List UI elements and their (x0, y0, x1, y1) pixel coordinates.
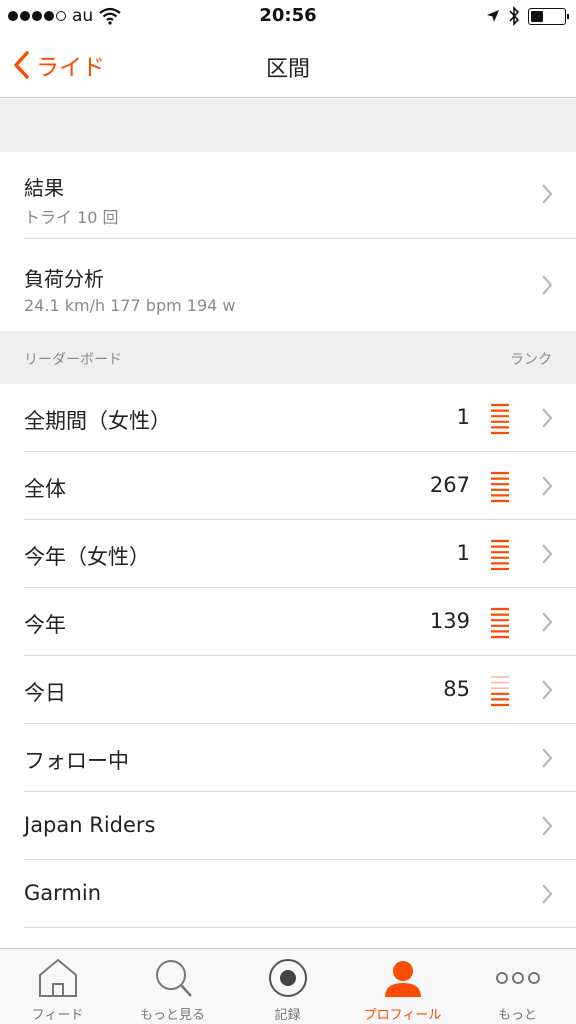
header-spacer (0, 99, 576, 152)
status-right (486, 6, 569, 26)
tab-label: 記録 (274, 1008, 301, 1023)
leaderboard-header: リーダーボード ランク (0, 331, 576, 384)
location-arrow-icon (487, 10, 499, 22)
home-icon (38, 958, 77, 997)
bluetooth-icon (509, 6, 520, 26)
leaderboard-row-label: フォロー中 (24, 749, 129, 773)
tab-label: もっと見る (139, 1008, 205, 1023)
tab-explore[interactable]: もっと見る (115, 949, 230, 1024)
tab-label: フィード (31, 1008, 84, 1023)
tab-bar: フィード もっと見る 記録 プロフィール もっと (0, 948, 576, 1024)
tab-profile[interactable]: プロフィール (345, 949, 460, 1024)
tab-feed[interactable]: フィード (0, 949, 115, 1024)
tab-record[interactable]: 記録 (230, 949, 345, 1024)
chevron-right-icon (542, 476, 553, 496)
leaderboard-row[interactable]: 全期間（女性） 1 (0, 384, 576, 452)
rank-value: 85 (443, 677, 470, 701)
rank-value: 1 (456, 405, 470, 429)
rank-value: 267 (429, 473, 470, 497)
page-title: 区間 (265, 57, 310, 82)
results-subtitle: トライ 10 回 (24, 208, 119, 227)
leaderboard-row-label: Japan Riders (24, 813, 156, 837)
leaderboard-row[interactable]: 今年（女性） 1 (0, 520, 576, 588)
chevron-right-icon (542, 816, 553, 836)
battery-icon (528, 7, 569, 25)
leaderboard-header-label: リーダーボード (24, 352, 122, 368)
rank-bars-icon (491, 403, 509, 435)
results-row[interactable]: 結果 トライ 10 回 (0, 152, 576, 239)
record-icon (268, 959, 307, 997)
rank-header-label: ランク (510, 352, 552, 368)
leaderboard-row[interactable]: Garmin (0, 860, 576, 928)
power-analysis-title: 負荷分析 (24, 267, 104, 291)
power-analysis-row[interactable]: 負荷分析 24.1 km/h 177 bpm 194 w (0, 239, 576, 331)
leaderboard-row-label: 今年 (24, 613, 66, 637)
rank-value: 1 (456, 541, 470, 565)
leaderboard-row[interactable]: Japan Riders (0, 792, 576, 860)
tab-label: もっと (497, 1008, 537, 1023)
leaderboard-row[interactable]: 全体 267 (0, 452, 576, 520)
chevron-right-icon (542, 612, 553, 632)
leaderboard-row-label: Garmin (24, 881, 102, 905)
rank-bars-icon (491, 676, 509, 707)
chevron-right-icon (542, 275, 553, 295)
more-icon (495, 972, 540, 984)
search-icon (155, 960, 192, 997)
leaderboard-row-label: 今年（女性） (24, 545, 150, 569)
leaderboard-row[interactable]: 今年 139 (0, 588, 576, 656)
navigation-bar: ライド 区間 (0, 34, 576, 98)
chevron-right-icon (542, 408, 553, 428)
results-title: 結果 (24, 176, 64, 200)
chevron-right-icon (542, 544, 553, 564)
chevron-right-icon (542, 680, 553, 700)
leaderboard-row-label: 全期間（女性） (24, 409, 171, 433)
chevron-right-icon (542, 884, 553, 904)
status-bar: au 20:56 (0, 0, 576, 34)
leaderboard-row-label: 全体 (24, 477, 66, 501)
rank-value: 139 (429, 609, 470, 633)
profile-icon (384, 961, 421, 997)
chevron-right-icon (542, 184, 553, 204)
chevron-right-icon (542, 748, 553, 768)
leaderboard-row-label: 今日 (24, 681, 66, 705)
rank-bars-icon (491, 471, 509, 503)
power-analysis-subtitle: 24.1 km/h 177 bpm 194 w (24, 296, 236, 315)
leaderboard-row[interactable]: 今日 85 (0, 656, 576, 724)
tab-more[interactable]: もっと (460, 949, 575, 1024)
rank-bars-icon (491, 539, 509, 571)
rank-bars-icon (491, 607, 509, 639)
leaderboard-row[interactable]: フォロー中 (0, 724, 576, 792)
tab-label: プロフィール (363, 1008, 442, 1023)
